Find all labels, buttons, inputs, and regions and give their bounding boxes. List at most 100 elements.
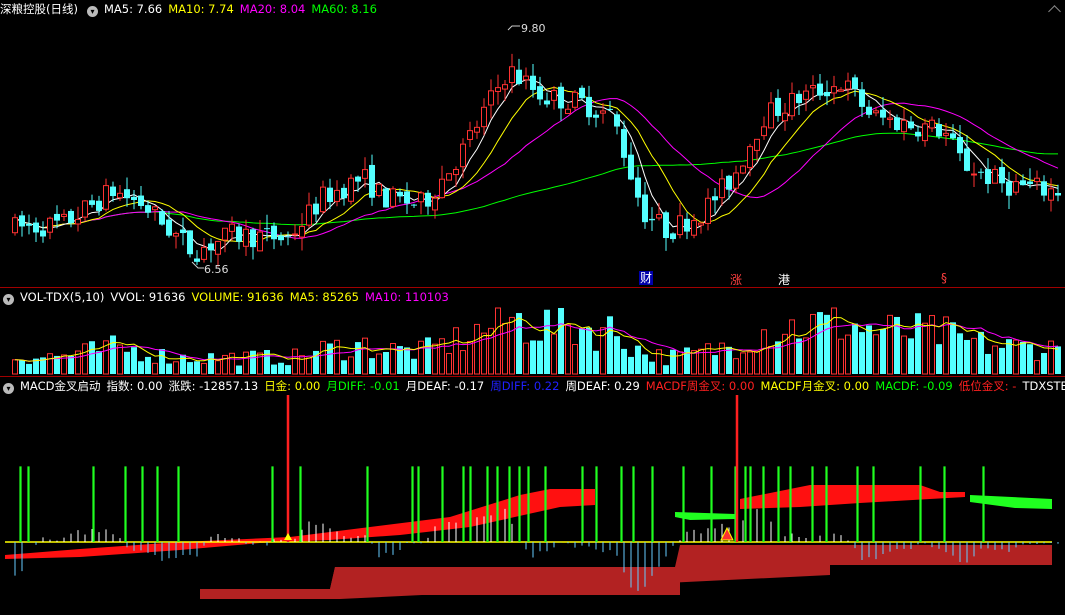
volume-bar	[866, 325, 872, 374]
volume-bar	[509, 316, 515, 375]
candle-body	[523, 75, 529, 81]
volume-bar	[208, 353, 214, 374]
candle-body	[201, 246, 207, 260]
candle-body	[131, 196, 137, 200]
volume-bar	[1048, 340, 1054, 375]
volume-bar	[523, 342, 529, 375]
ma60-line	[14, 132, 1058, 229]
volume-bar	[271, 364, 277, 374]
event-marker-section[interactable]: §	[941, 271, 947, 285]
candle-body	[663, 212, 669, 239]
candle-body	[628, 154, 634, 180]
candle-body	[950, 133, 956, 139]
candle-body	[383, 188, 389, 208]
volume-bar	[292, 348, 298, 375]
volume-bar	[950, 322, 956, 374]
volume-bar	[586, 327, 592, 374]
signal-pulse	[682, 466, 685, 542]
candle-body	[1027, 181, 1033, 185]
volume-bar	[957, 333, 963, 374]
volume-bar	[684, 347, 690, 374]
candle-body	[887, 117, 893, 120]
candle-body	[936, 124, 942, 137]
candle-body	[355, 176, 361, 182]
candle-body	[929, 119, 935, 129]
event-marker-zhang[interactable]: 涨	[730, 271, 742, 288]
candle-body	[677, 215, 683, 236]
candle-body	[922, 123, 928, 142]
candle-body	[40, 230, 46, 237]
volume-bar	[502, 323, 508, 375]
candle-body	[397, 191, 403, 197]
candle-body	[698, 222, 704, 226]
volume-bar	[362, 337, 368, 375]
volume-bar	[873, 334, 879, 375]
signal-pulse	[943, 466, 946, 542]
candle-body	[852, 77, 858, 89]
signal-pulse	[856, 466, 859, 542]
candle-body	[649, 218, 655, 221]
candle-body	[705, 197, 711, 224]
volume-bar	[537, 340, 543, 374]
candle-body	[656, 214, 662, 219]
volume-bar	[663, 365, 669, 374]
candle-body	[964, 148, 970, 171]
volume-bar	[411, 358, 417, 374]
candle-body	[362, 169, 368, 179]
signal-pulse	[124, 466, 127, 542]
volume-bar	[390, 342, 396, 375]
volume-bar	[964, 339, 970, 374]
volume-bar	[460, 350, 466, 375]
candle-body	[740, 165, 746, 174]
volume-bar	[250, 350, 256, 374]
candle-body	[551, 90, 557, 101]
volume-bar	[642, 354, 648, 374]
signal-pulse	[632, 466, 635, 542]
candle-body	[502, 84, 508, 90]
volume-bar	[145, 356, 151, 374]
volume-bar	[859, 332, 865, 374]
volume-bar	[425, 337, 431, 374]
signal-pulse	[156, 466, 159, 542]
cross-marker	[720, 526, 734, 541]
volume-bar	[810, 313, 816, 375]
candle-body	[243, 228, 249, 247]
candle-body	[537, 86, 543, 100]
volume-bar	[299, 355, 305, 375]
candle-body	[607, 108, 613, 110]
candle-body	[166, 219, 172, 236]
signal-pulse	[19, 466, 22, 542]
signal-pulse	[544, 466, 547, 542]
volume-bar	[82, 343, 88, 375]
volume-bar	[558, 308, 564, 374]
ma20-line	[14, 98, 1059, 239]
candle-body	[334, 189, 340, 202]
volume-bar	[572, 344, 578, 375]
volume-bar	[243, 351, 249, 375]
signal-pulse	[441, 466, 444, 542]
candle-body	[866, 106, 872, 115]
signal-pulse	[92, 466, 95, 542]
volume-bar	[89, 341, 95, 374]
volume-bar	[880, 328, 886, 374]
volume-bar	[579, 328, 585, 374]
candle-body	[635, 177, 641, 198]
volume-bar	[453, 327, 459, 375]
volume-bar	[789, 319, 795, 375]
volume-bar	[775, 341, 781, 374]
event-marker-cai[interactable]: 财	[639, 271, 654, 285]
candle-body	[712, 196, 718, 201]
event-marker-gang[interactable]: 港	[778, 271, 790, 288]
volume-bar	[740, 352, 746, 375]
candle-body	[642, 194, 648, 223]
volume-bar	[985, 353, 991, 374]
signal-pulse	[527, 466, 530, 542]
signal-pulse	[872, 466, 875, 542]
volume-bar	[355, 342, 361, 374]
candle-body	[530, 75, 536, 90]
volume-bar	[747, 351, 753, 375]
candle-body	[404, 191, 410, 204]
candle-body	[726, 175, 732, 190]
volume-bar	[691, 350, 697, 375]
volume-bar	[446, 352, 452, 375]
